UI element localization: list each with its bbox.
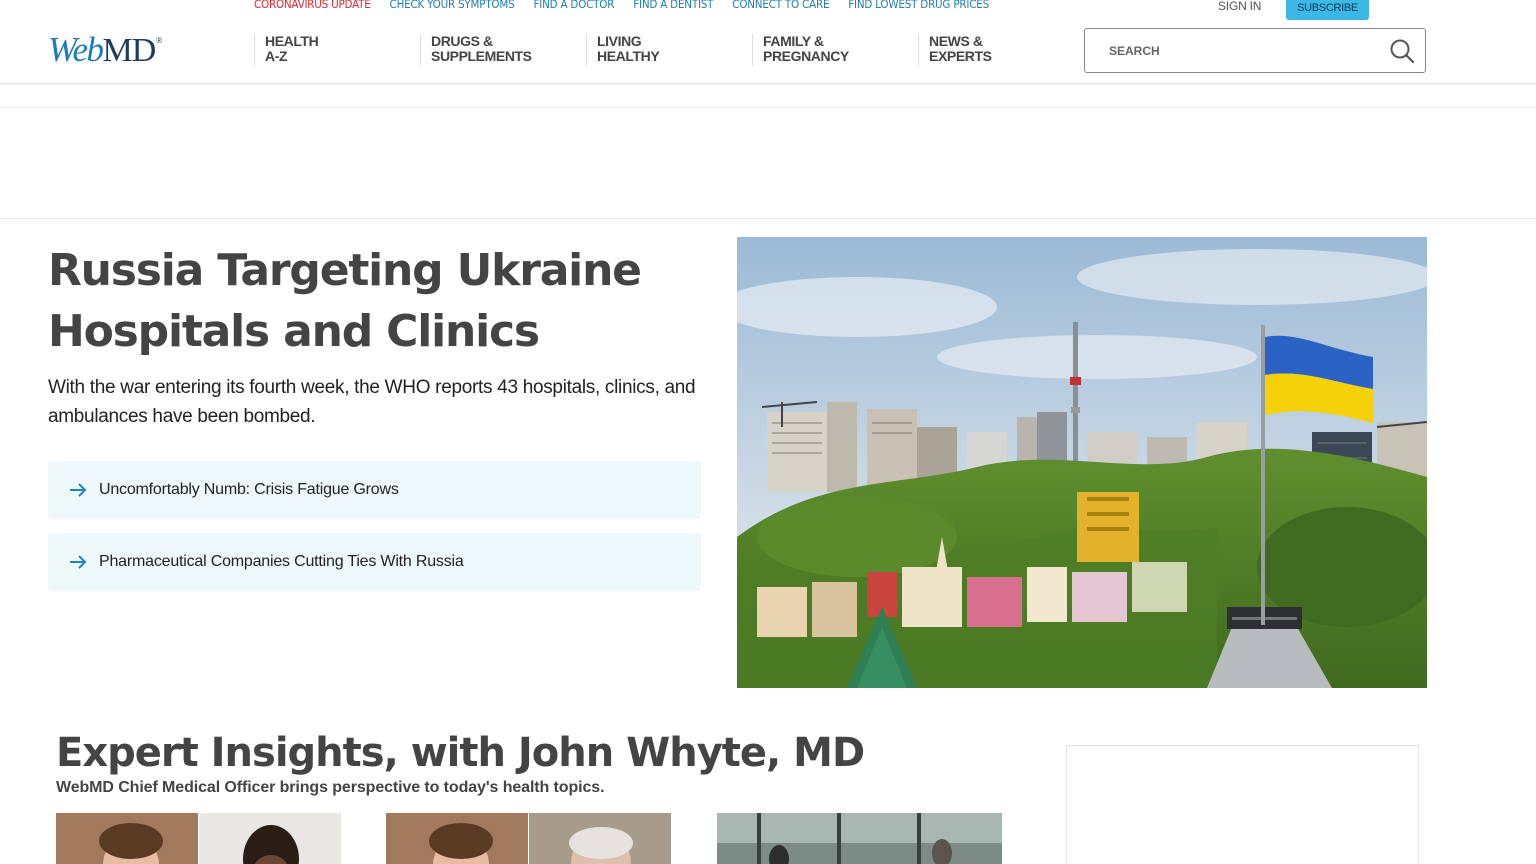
search-box <box>1084 28 1426 73</box>
video-thumbnail[interactable] <box>56 813 341 864</box>
webmd-logo[interactable]: Web MD ® <box>48 30 162 70</box>
related-story-link[interactable]: Pharmaceutical Companies Cutting Ties Wi… <box>48 533 701 591</box>
subscribe-button[interactable]: SUBSCRIBE <box>1286 0 1369 20</box>
nav-health-a-z[interactable]: HEALTH A-Z <box>254 34 420 66</box>
video-thumbnail[interactable] <box>717 813 1002 864</box>
logo-web-text: Web <box>48 30 104 69</box>
logo-registered-mark: ® <box>156 36 163 45</box>
expert-insights-heading[interactable]: Expert Insights, with John Whyte, MD <box>56 727 865 779</box>
skyline-illustration <box>737 237 1427 688</box>
ad-banner-slot <box>0 107 1536 219</box>
thumbnail-two-people-illustration <box>386 813 671 864</box>
related-story-link[interactable]: Uncomfortably Numb: Crisis Fatigue Grows <box>48 461 701 519</box>
hero-image-kyiv-skyline[interactable] <box>737 237 1427 688</box>
top-link-drug-prices[interactable]: FIND LOWEST DRUG PRICES <box>848 0 989 11</box>
logo-md-text: MD <box>102 32 156 69</box>
thumbnail-two-people-illustration <box>56 813 341 864</box>
expert-insights-subtitle: WebMD Chief Medical Officer brings persp… <box>56 779 605 796</box>
magnifier-icon[interactable] <box>1389 38 1415 64</box>
nav-news-experts[interactable]: NEWS & EXPERTS <box>918 34 1084 66</box>
utility-nav: CORONAVIRUS UPDATE CHECK YOUR SYMPTOMS F… <box>254 0 989 11</box>
nav-living-healthy[interactable]: LIVING HEALTHY <box>586 34 752 66</box>
related-story-label: Pharmaceutical Companies Cutting Ties Wi… <box>99 553 464 570</box>
hero-description: With the war entering its fourth week, t… <box>48 377 696 427</box>
arrow-right-icon <box>70 555 87 569</box>
top-link-find-dentist[interactable]: FIND A DENTIST <box>633 0 713 11</box>
sign-in-link[interactable]: SIGN IN <box>1218 0 1261 13</box>
sidebar-ad-slot <box>1066 745 1419 864</box>
hero-headline[interactable]: Russia Targeting Ukraine Hospitals and C… <box>48 240 708 362</box>
main-nav: HEALTH A-Z DRUGS & SUPPLEMENTS LIVING HE… <box>254 34 1084 66</box>
top-link-connect-to-care[interactable]: CONNECT TO CARE <box>732 0 829 11</box>
thumbnail-office-illustration <box>717 813 1002 864</box>
search-input[interactable] <box>1109 43 1379 58</box>
video-thumbnail[interactable] <box>386 813 671 864</box>
related-story-label: Uncomfortably Numb: Crisis Fatigue Grows <box>99 481 399 498</box>
top-link-check-symptoms[interactable]: CHECK YOUR SYMPTOMS <box>390 0 515 11</box>
top-link-find-doctor[interactable]: FIND A DOCTOR <box>533 0 614 11</box>
top-link-coronavirus-update[interactable]: CORONAVIRUS UPDATE <box>254 0 371 11</box>
nav-drugs-supplements[interactable]: DRUGS & SUPPLEMENTS <box>420 34 586 66</box>
nav-family-pregnancy[interactable]: FAMILY & PREGNANCY <box>752 34 918 66</box>
arrow-right-icon <box>70 483 87 497</box>
site-header: CORONAVIRUS UPDATE CHECK YOUR SYMPTOMS F… <box>0 0 1536 84</box>
